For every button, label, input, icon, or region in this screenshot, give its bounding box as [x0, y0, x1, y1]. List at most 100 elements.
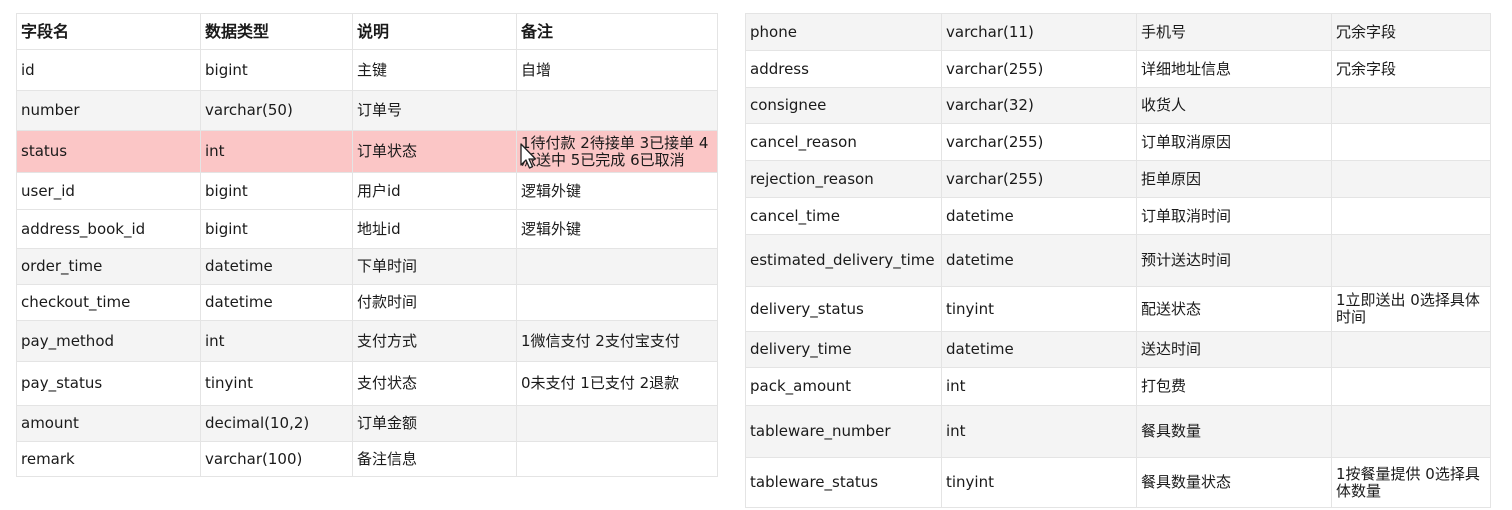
remark-cell: 1按餐量提供 0选择具体数量: [1331, 457, 1491, 508]
field-name-cell: consignee: [745, 87, 942, 124]
table-row: user_id bigint 用户id 逻辑外键: [16, 172, 718, 210]
header-remark: 备注: [516, 13, 718, 50]
description-cell: 支付状态: [352, 361, 517, 406]
data-type-cell: varchar(100): [200, 441, 353, 477]
remark-cell: [516, 90, 718, 131]
remark-cell: [516, 284, 718, 321]
remark-cell: 自增: [516, 49, 718, 91]
description-cell: 送达时间: [1136, 331, 1332, 368]
description-cell: 拒单原因: [1136, 160, 1332, 198]
table-row: delivery_time datetime 送达时间: [745, 331, 1491, 368]
field-name-cell: estimated_delivery_time: [745, 234, 942, 287]
data-type-cell: tinyint: [200, 361, 353, 406]
data-type-cell: varchar(32): [941, 87, 1137, 124]
description-cell: 订单金额: [352, 405, 517, 442]
data-type-cell: datetime: [941, 331, 1137, 368]
table-row: cancel_reason varchar(255) 订单取消原因: [745, 123, 1491, 161]
remark-cell: [1331, 234, 1491, 287]
table-row: cancel_time datetime 订单取消时间: [745, 197, 1491, 235]
data-type-cell: varchar(255): [941, 123, 1137, 161]
data-type-cell: datetime: [941, 197, 1137, 235]
table-row: amount decimal(10,2) 订单金额: [16, 405, 718, 442]
field-name-cell: cancel_time: [745, 197, 942, 235]
field-name-cell: address_book_id: [16, 209, 201, 249]
data-type-cell: varchar(255): [941, 160, 1137, 198]
remark-cell: 逻辑外键: [516, 172, 718, 210]
table-row: rejection_reason varchar(255) 拒单原因: [745, 160, 1491, 198]
table-row: tableware_number int 餐具数量: [745, 405, 1491, 458]
remark-cell: [1331, 87, 1491, 124]
field-name-cell: phone: [745, 13, 942, 51]
description-cell: 餐具数量: [1136, 405, 1332, 458]
table-row: delivery_status tinyint 配送状态 1立即送出 0选择具体…: [745, 286, 1491, 332]
table-row: consignee varchar(32) 收货人: [745, 87, 1491, 124]
description-cell: 订单号: [352, 90, 517, 131]
field-name-cell: number: [16, 90, 201, 131]
table-row: pay_method int 支付方式 1微信支付 2支付宝支付: [16, 320, 718, 362]
data-type-cell: int: [941, 367, 1137, 406]
field-name-cell: user_id: [16, 172, 201, 210]
table-row: phone varchar(11) 手机号 冗余字段: [745, 13, 1491, 51]
table-row: address varchar(255) 详细地址信息 冗余字段: [745, 50, 1491, 88]
description-cell: 预计送达时间: [1136, 234, 1332, 287]
table-row: number varchar(50) 订单号: [16, 90, 718, 131]
remark-cell: [1331, 123, 1491, 161]
description-cell: 详细地址信息: [1136, 50, 1332, 88]
field-name-cell: tableware_number: [745, 405, 942, 458]
table-row: pay_status tinyint 支付状态 0未支付 1已支付 2退款: [16, 361, 718, 406]
description-cell: 备注信息: [352, 441, 517, 477]
table-row-selected: status int 订单状态 1待付款 2待接单 3已接单 4派送中 5已完成…: [16, 130, 718, 173]
data-type-cell: varchar(255): [941, 50, 1137, 88]
field-name-cell: order_time: [16, 248, 201, 285]
field-name-cell: address: [745, 50, 942, 88]
description-cell: 餐具数量状态: [1136, 457, 1332, 508]
header-field-name: 字段名: [16, 13, 201, 50]
table-row: id bigint 主键 自增: [16, 49, 718, 91]
description-cell: 付款时间: [352, 284, 517, 321]
description-cell: 订单取消时间: [1136, 197, 1332, 235]
remark-cell: [1331, 405, 1491, 458]
remark-cell: 0未支付 1已支付 2退款: [516, 361, 718, 406]
field-name-cell: pay_method: [16, 320, 201, 362]
data-type-cell: tinyint: [941, 457, 1137, 508]
field-name-cell: checkout_time: [16, 284, 201, 321]
field-name-cell: delivery_status: [745, 286, 942, 332]
data-type-cell: tinyint: [941, 286, 1137, 332]
description-cell: 支付方式: [352, 320, 517, 362]
data-type-cell: varchar(50): [200, 90, 353, 131]
description-cell: 下单时间: [352, 248, 517, 285]
data-type-cell: int: [200, 320, 353, 362]
description-cell: 主键: [352, 49, 517, 91]
description-cell: 订单取消原因: [1136, 123, 1332, 161]
field-name-cell: rejection_reason: [745, 160, 942, 198]
remark-cell: [1331, 197, 1491, 235]
data-type-cell: varchar(11): [941, 13, 1137, 51]
data-type-cell: int: [941, 405, 1137, 458]
header-description: 说明: [352, 13, 517, 50]
orders-fields-table-right: phone varchar(11) 手机号 冗余字段 address varch…: [745, 13, 1491, 508]
remark-cell: 1立即送出 0选择具体时间: [1331, 286, 1491, 332]
field-name-cell: cancel_reason: [745, 123, 942, 161]
field-name-cell: status: [16, 130, 201, 173]
data-type-cell: decimal(10,2): [200, 405, 353, 442]
table-row: order_time datetime 下单时间: [16, 248, 718, 285]
table-header-row: 字段名 数据类型 说明 备注: [16, 13, 718, 50]
data-type-cell: datetime: [200, 248, 353, 285]
field-name-cell: id: [16, 49, 201, 91]
data-type-cell: datetime: [200, 284, 353, 321]
remark-cell: 冗余字段: [1331, 50, 1491, 88]
header-data-type: 数据类型: [200, 13, 353, 50]
table-row: remark varchar(100) 备注信息: [16, 441, 718, 477]
description-cell: 收货人: [1136, 87, 1332, 124]
description-cell: 订单状态: [352, 130, 517, 173]
data-type-cell: bigint: [200, 49, 353, 91]
remark-cell: [516, 405, 718, 442]
remark-cell: [516, 248, 718, 285]
field-name-cell: amount: [16, 405, 201, 442]
description-cell: 配送状态: [1136, 286, 1332, 332]
remark-cell: [1331, 367, 1491, 406]
remark-cell: 1待付款 2待接单 3已接单 4派送中 5已完成 6已取消: [516, 130, 718, 173]
description-cell: 用户id: [352, 172, 517, 210]
field-name-cell: tableware_status: [745, 457, 942, 508]
table-row: pack_amount int 打包费: [745, 367, 1491, 406]
